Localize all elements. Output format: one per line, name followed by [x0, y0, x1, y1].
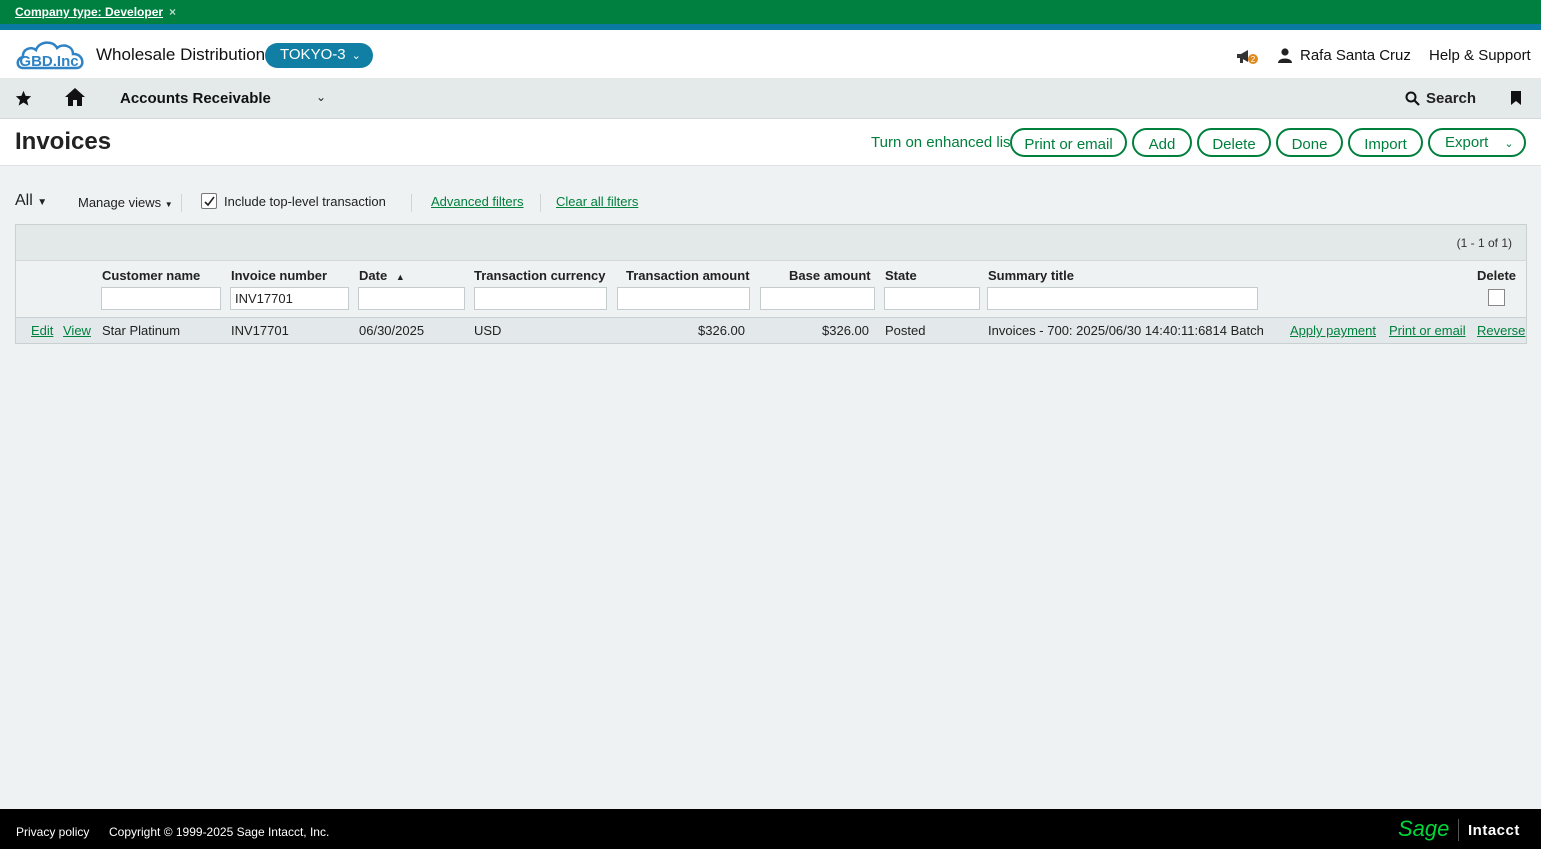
manage-views-dropdown[interactable]: Manage views ▼: [78, 195, 173, 210]
entity-label: TOKYO-3: [280, 46, 346, 63]
cell-date: 06/30/2025: [359, 323, 425, 338]
cell-summary: Invoices - 700: 2025/06/30 14:40:11:6814…: [988, 323, 1264, 338]
cell-invoice: INV17701: [231, 323, 289, 338]
col-base-amount[interactable]: Base amount: [789, 268, 871, 283]
col-state[interactable]: State: [885, 268, 917, 283]
sage-logo: Sage: [1398, 816, 1450, 841]
footer: Privacy policy Copyright © 1999-2025 Sag…: [0, 809, 1541, 849]
divider: [411, 194, 412, 212]
import-button[interactable]: Import: [1348, 128, 1423, 157]
company-name: Wholesale Distribution: [96, 45, 266, 64]
include-top-level-label: Include top-level transaction: [224, 194, 386, 209]
top-bar: GBD.Inc Wholesale Distribution TOKYO-3 ⌄ …: [0, 30, 1541, 78]
add-button[interactable]: Add: [1132, 128, 1192, 157]
company-type-link[interactable]: Company type: Developer: [15, 5, 163, 19]
user-menu[interactable]: Rafa Santa Cruz: [1278, 47, 1411, 64]
caret-down-icon: ▼: [164, 200, 173, 209]
col-transaction-amount[interactable]: Transaction amount: [626, 268, 750, 283]
caret-down-icon: ▼: [37, 197, 48, 208]
page-header: Invoices Turn on enhanced list Print or …: [0, 119, 1541, 166]
cell-amount: $326.00: [698, 323, 745, 338]
base-filter-input[interactable]: [760, 287, 875, 310]
manage-views-label: Manage views: [78, 195, 162, 210]
clear-filters-link[interactable]: Clear all filters: [556, 194, 638, 209]
col-delete: Delete: [1477, 268, 1517, 283]
state-filter-input[interactable]: [884, 287, 980, 310]
cell-state: Posted: [885, 323, 926, 338]
view-selector[interactable]: All ▼: [15, 192, 47, 210]
divider: [1458, 819, 1459, 841]
reverse-link[interactable]: Reverse: [1477, 323, 1525, 338]
view-link[interactable]: View: [63, 323, 91, 338]
cell-customer: Star Platinum: [102, 323, 181, 338]
export-button[interactable]: Export ⌄: [1428, 128, 1526, 157]
enhanced-list-link[interactable]: Turn on enhanced list: [871, 134, 1015, 151]
advanced-filters-link[interactable]: Advanced filters: [431, 194, 524, 209]
page-title: Invoices: [15, 128, 112, 155]
help-support-link[interactable]: Help & Support: [1429, 47, 1531, 64]
chevron-down-icon[interactable]: ⌄: [316, 90, 326, 104]
company-logo[interactable]: GBD.Inc: [15, 38, 89, 72]
search-label: Search: [1426, 90, 1477, 107]
invoice-filter-input[interactable]: [230, 287, 349, 310]
amount-filter-input[interactable]: [617, 287, 750, 310]
user-name: Rafa Santa Cruz: [1300, 47, 1411, 64]
col-invoice-number[interactable]: Invoice number: [231, 268, 327, 283]
table-row: Edit View Star Platinum INV17701 06/30/2…: [16, 317, 1526, 343]
entity-selector[interactable]: TOKYO-3 ⌄: [265, 43, 373, 68]
apply-payment-link[interactable]: Apply payment: [1290, 323, 1376, 338]
invoices-table: (1 - 1 of 1) Customer name Invoice numbe…: [15, 224, 1527, 344]
include-top-level-checkbox[interactable]: [201, 193, 217, 209]
customer-filter-input[interactable]: [101, 287, 221, 310]
intacct-logo: Intacct: [1468, 822, 1520, 839]
col-customer-name[interactable]: Customer name: [102, 268, 200, 283]
done-button[interactable]: Done: [1276, 128, 1343, 157]
divider: [181, 194, 182, 212]
col-summary-title[interactable]: Summary title: [988, 268, 1074, 283]
delete-button[interactable]: Delete: [1197, 128, 1271, 157]
chevron-down-icon: ⌄: [1504, 138, 1514, 150]
date-filter-input[interactable]: [358, 287, 465, 310]
row-print-email-link[interactable]: Print or email: [1389, 323, 1466, 338]
close-banner-icon[interactable]: ×: [169, 5, 176, 19]
summary-filter-input[interactable]: [987, 287, 1258, 310]
search-button[interactable]: Search: [1405, 90, 1476, 107]
svg-text:GBD.Inc: GBD.Inc: [19, 53, 78, 70]
table-toolbar: (1 - 1 of 1): [16, 225, 1526, 261]
search-icon: [1405, 91, 1420, 106]
user-icon: [1278, 48, 1292, 63]
module-selector[interactable]: Accounts Receivable: [120, 90, 271, 107]
home-icon[interactable]: [64, 87, 86, 107]
privacy-policy-link[interactable]: Privacy policy: [16, 825, 89, 839]
bookmark-icon[interactable]: [1510, 90, 1522, 106]
star-icon[interactable]: [15, 90, 32, 106]
notifications-icon[interactable]: 2: [1236, 48, 1258, 66]
sort-asc-icon: ▲: [395, 272, 405, 282]
chevron-down-icon: ⌄: [351, 50, 361, 62]
col-transaction-currency[interactable]: Transaction currency: [474, 268, 606, 283]
developer-banner: Company type: Developer ×: [0, 0, 1541, 24]
cell-base: $326.00: [822, 323, 869, 338]
divider: [540, 194, 541, 212]
export-label: Export: [1445, 134, 1489, 151]
copyright-text: Copyright © 1999-2025 Sage Intacct, Inc.: [109, 825, 330, 839]
print-email-button[interactable]: Print or email: [1010, 128, 1127, 157]
delete-all-checkbox[interactable]: [1488, 289, 1505, 306]
col-date[interactable]: Date ▲: [359, 268, 405, 283]
svg-text:2: 2: [1251, 55, 1256, 64]
edit-link[interactable]: Edit: [31, 323, 53, 338]
nav-bar: Accounts Receivable ⌄ Search: [0, 78, 1541, 119]
view-label: All: [15, 192, 33, 209]
col-date-label: Date: [359, 268, 388, 283]
cell-currency: USD: [474, 323, 502, 338]
checkmark-icon: [204, 196, 215, 207]
currency-filter-input[interactable]: [474, 287, 607, 310]
page-count: (1 - 1 of 1): [1456, 236, 1512, 250]
